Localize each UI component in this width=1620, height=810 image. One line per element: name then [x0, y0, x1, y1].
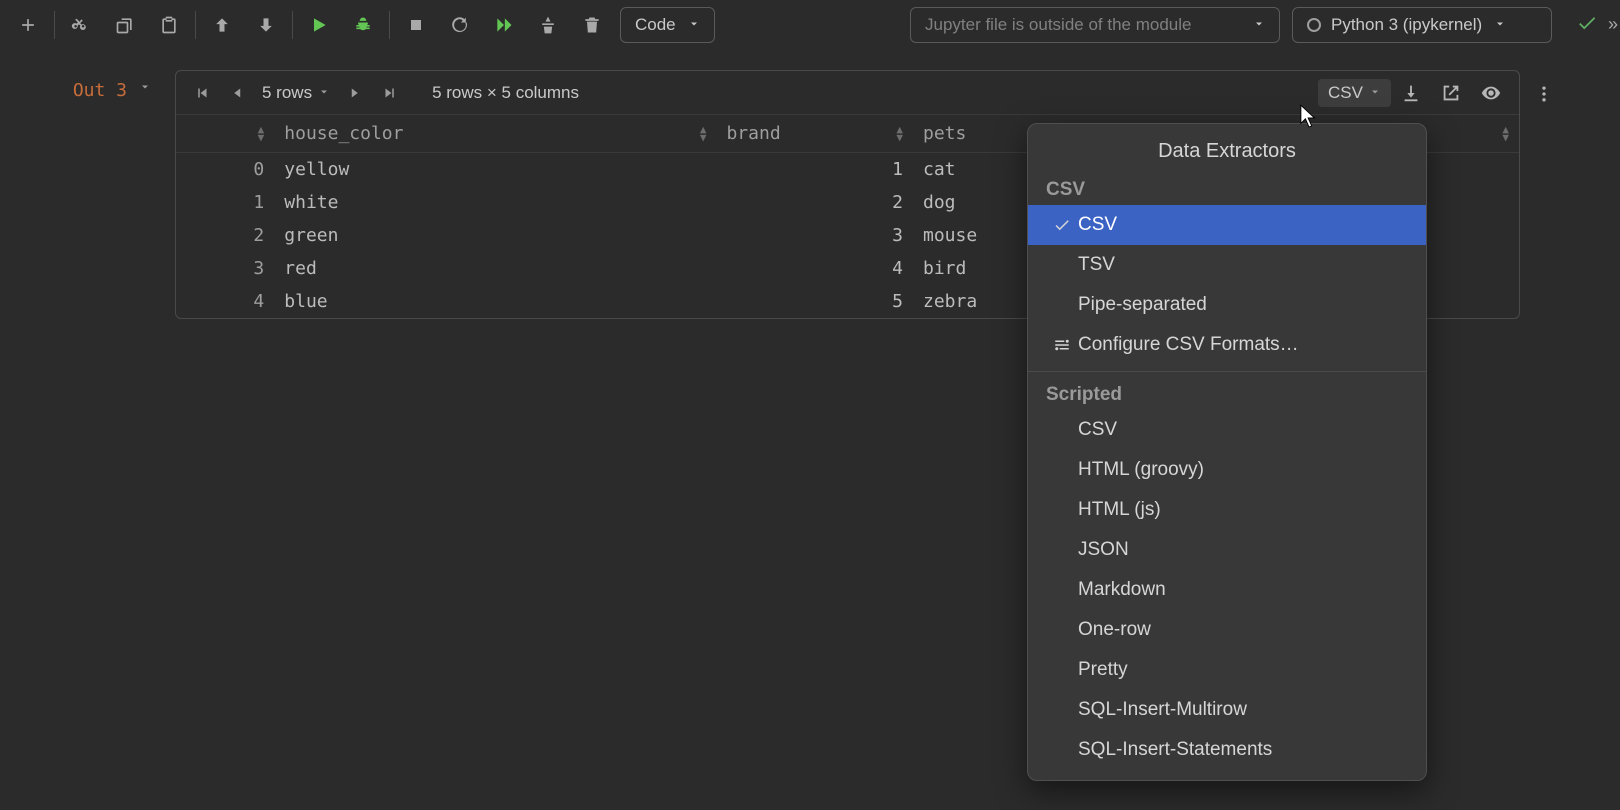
menu-item-sql-insert-statements[interactable]: SQL-Insert-Statements [1028, 730, 1426, 770]
cell-brand: 4 [716, 252, 913, 285]
cell-type-label: Code [635, 15, 676, 35]
output-label: Out 3 [73, 80, 127, 101]
trusted-check-icon [1572, 12, 1602, 38]
main-toolbar: Code Jupyter file is outside of the modu… [0, 0, 1620, 50]
debug-cell-button[interactable] [341, 5, 385, 45]
next-page-button[interactable] [336, 75, 372, 111]
chevron-down-icon [1369, 83, 1381, 103]
cell-index: 0 [176, 153, 274, 187]
cell-index: 4 [176, 285, 274, 318]
paste-button[interactable] [147, 5, 191, 45]
rows-per-page-dropdown[interactable]: 5 rows [256, 83, 336, 103]
popup-title: Data Extractors [1028, 136, 1426, 173]
data-extractor-dropdown[interactable]: CSV [1318, 79, 1391, 107]
toggle-visibility-button[interactable] [1471, 75, 1511, 111]
menu-item-json[interactable]: JSON [1028, 530, 1426, 570]
cell-index: 3 [176, 252, 274, 285]
menu-item-tsv[interactable]: TSV [1028, 245, 1426, 285]
dataframe-viewer: 5 rows 5 rows × 5 columns CSV [175, 70, 1520, 319]
menu-item-html-js[interactable]: HTML (js) [1028, 490, 1426, 530]
cell-house-color: white [274, 186, 716, 219]
popup-group-csv: CSV [1028, 173, 1426, 205]
cell-brand: 3 [716, 219, 913, 252]
module-warning-dropdown[interactable]: Jupyter file is outside of the module [910, 7, 1280, 43]
sort-icon: ▲▼ [700, 126, 707, 142]
menu-separator [1028, 371, 1426, 372]
dimensions-label: 5 rows × 5 columns [432, 83, 579, 103]
kernel-dropdown[interactable]: Python 3 (ipykernel) [1292, 7, 1552, 43]
popup-group-scripted: Scripted [1028, 378, 1426, 410]
chevron-down-icon [318, 83, 330, 103]
collapse-output-button[interactable] [139, 80, 151, 97]
menu-item-scripted-csv[interactable]: CSV [1028, 410, 1426, 450]
clear-outputs-button[interactable] [526, 5, 570, 45]
move-up-button[interactable] [200, 5, 244, 45]
open-external-button[interactable] [1431, 75, 1471, 111]
delete-cell-button[interactable] [570, 5, 614, 45]
sort-icon: ▲▼ [258, 126, 265, 142]
download-button[interactable] [1391, 75, 1431, 111]
extractor-label: CSV [1328, 83, 1363, 103]
menu-item-configure-csv[interactable]: Configure CSV Formats… [1028, 325, 1426, 365]
chevron-down-icon [688, 15, 700, 35]
restart-button[interactable] [438, 5, 482, 45]
copy-button[interactable] [103, 5, 147, 45]
rows-label: 5 rows [262, 83, 312, 103]
last-page-button[interactable] [372, 75, 408, 111]
settings-icon [1046, 336, 1078, 354]
cell-house-color: blue [274, 285, 716, 318]
output-gutter: Out 3 [0, 70, 175, 319]
menu-item-sql-insert-multirow[interactable]: SQL-Insert-Multirow [1028, 690, 1426, 730]
cut-button[interactable] [59, 5, 103, 45]
menu-item-pretty[interactable]: Pretty [1028, 650, 1426, 690]
toolbar-overflow-button[interactable]: » [1608, 14, 1614, 35]
cell-house-color: yellow [274, 153, 716, 187]
column-header-brand[interactable]: brand ▲▼ [716, 115, 913, 153]
menu-item-pipe-separated[interactable]: Pipe-separated [1028, 285, 1426, 325]
menu-item-one-row[interactable]: One-row [1028, 610, 1426, 650]
column-header-index[interactable]: ▲▼ [176, 115, 274, 153]
kernel-label: Python 3 (ipykernel) [1331, 15, 1482, 35]
sort-icon: ▲▼ [1502, 126, 1509, 142]
kernel-status-icon [1307, 18, 1321, 32]
chevron-down-icon [1494, 15, 1506, 35]
module-warning-label: Jupyter file is outside of the module [925, 15, 1191, 35]
cell-brand: 5 [716, 285, 913, 318]
cell-brand: 2 [716, 186, 913, 219]
check-icon [1046, 216, 1078, 234]
cell-type-dropdown[interactable]: Code [620, 7, 715, 43]
cell-house-color: red [274, 252, 716, 285]
data-extractors-menu: Data Extractors CSV CSV TSV Pipe-separat… [1027, 123, 1427, 781]
frame-more-button[interactable] [1529, 79, 1559, 109]
menu-item-html-groovy[interactable]: HTML (groovy) [1028, 450, 1426, 490]
move-down-button[interactable] [244, 5, 288, 45]
cell-brand: 1 [716, 153, 913, 187]
add-cell-button[interactable] [6, 5, 50, 45]
interrupt-button[interactable] [394, 5, 438, 45]
cell-house-color: green [274, 219, 716, 252]
sort-icon: ▲▼ [896, 126, 903, 142]
menu-item-markdown[interactable]: Markdown [1028, 570, 1426, 610]
menu-item-csv[interactable]: CSV [1028, 205, 1426, 245]
column-header-house-color[interactable]: house_color ▲▼ [274, 115, 716, 153]
chevron-down-icon [1253, 15, 1265, 35]
prev-page-button[interactable] [220, 75, 256, 111]
cell-index: 2 [176, 219, 274, 252]
cell-index: 1 [176, 186, 274, 219]
first-page-button[interactable] [184, 75, 220, 111]
run-cell-button[interactable] [297, 5, 341, 45]
run-all-button[interactable] [482, 5, 526, 45]
